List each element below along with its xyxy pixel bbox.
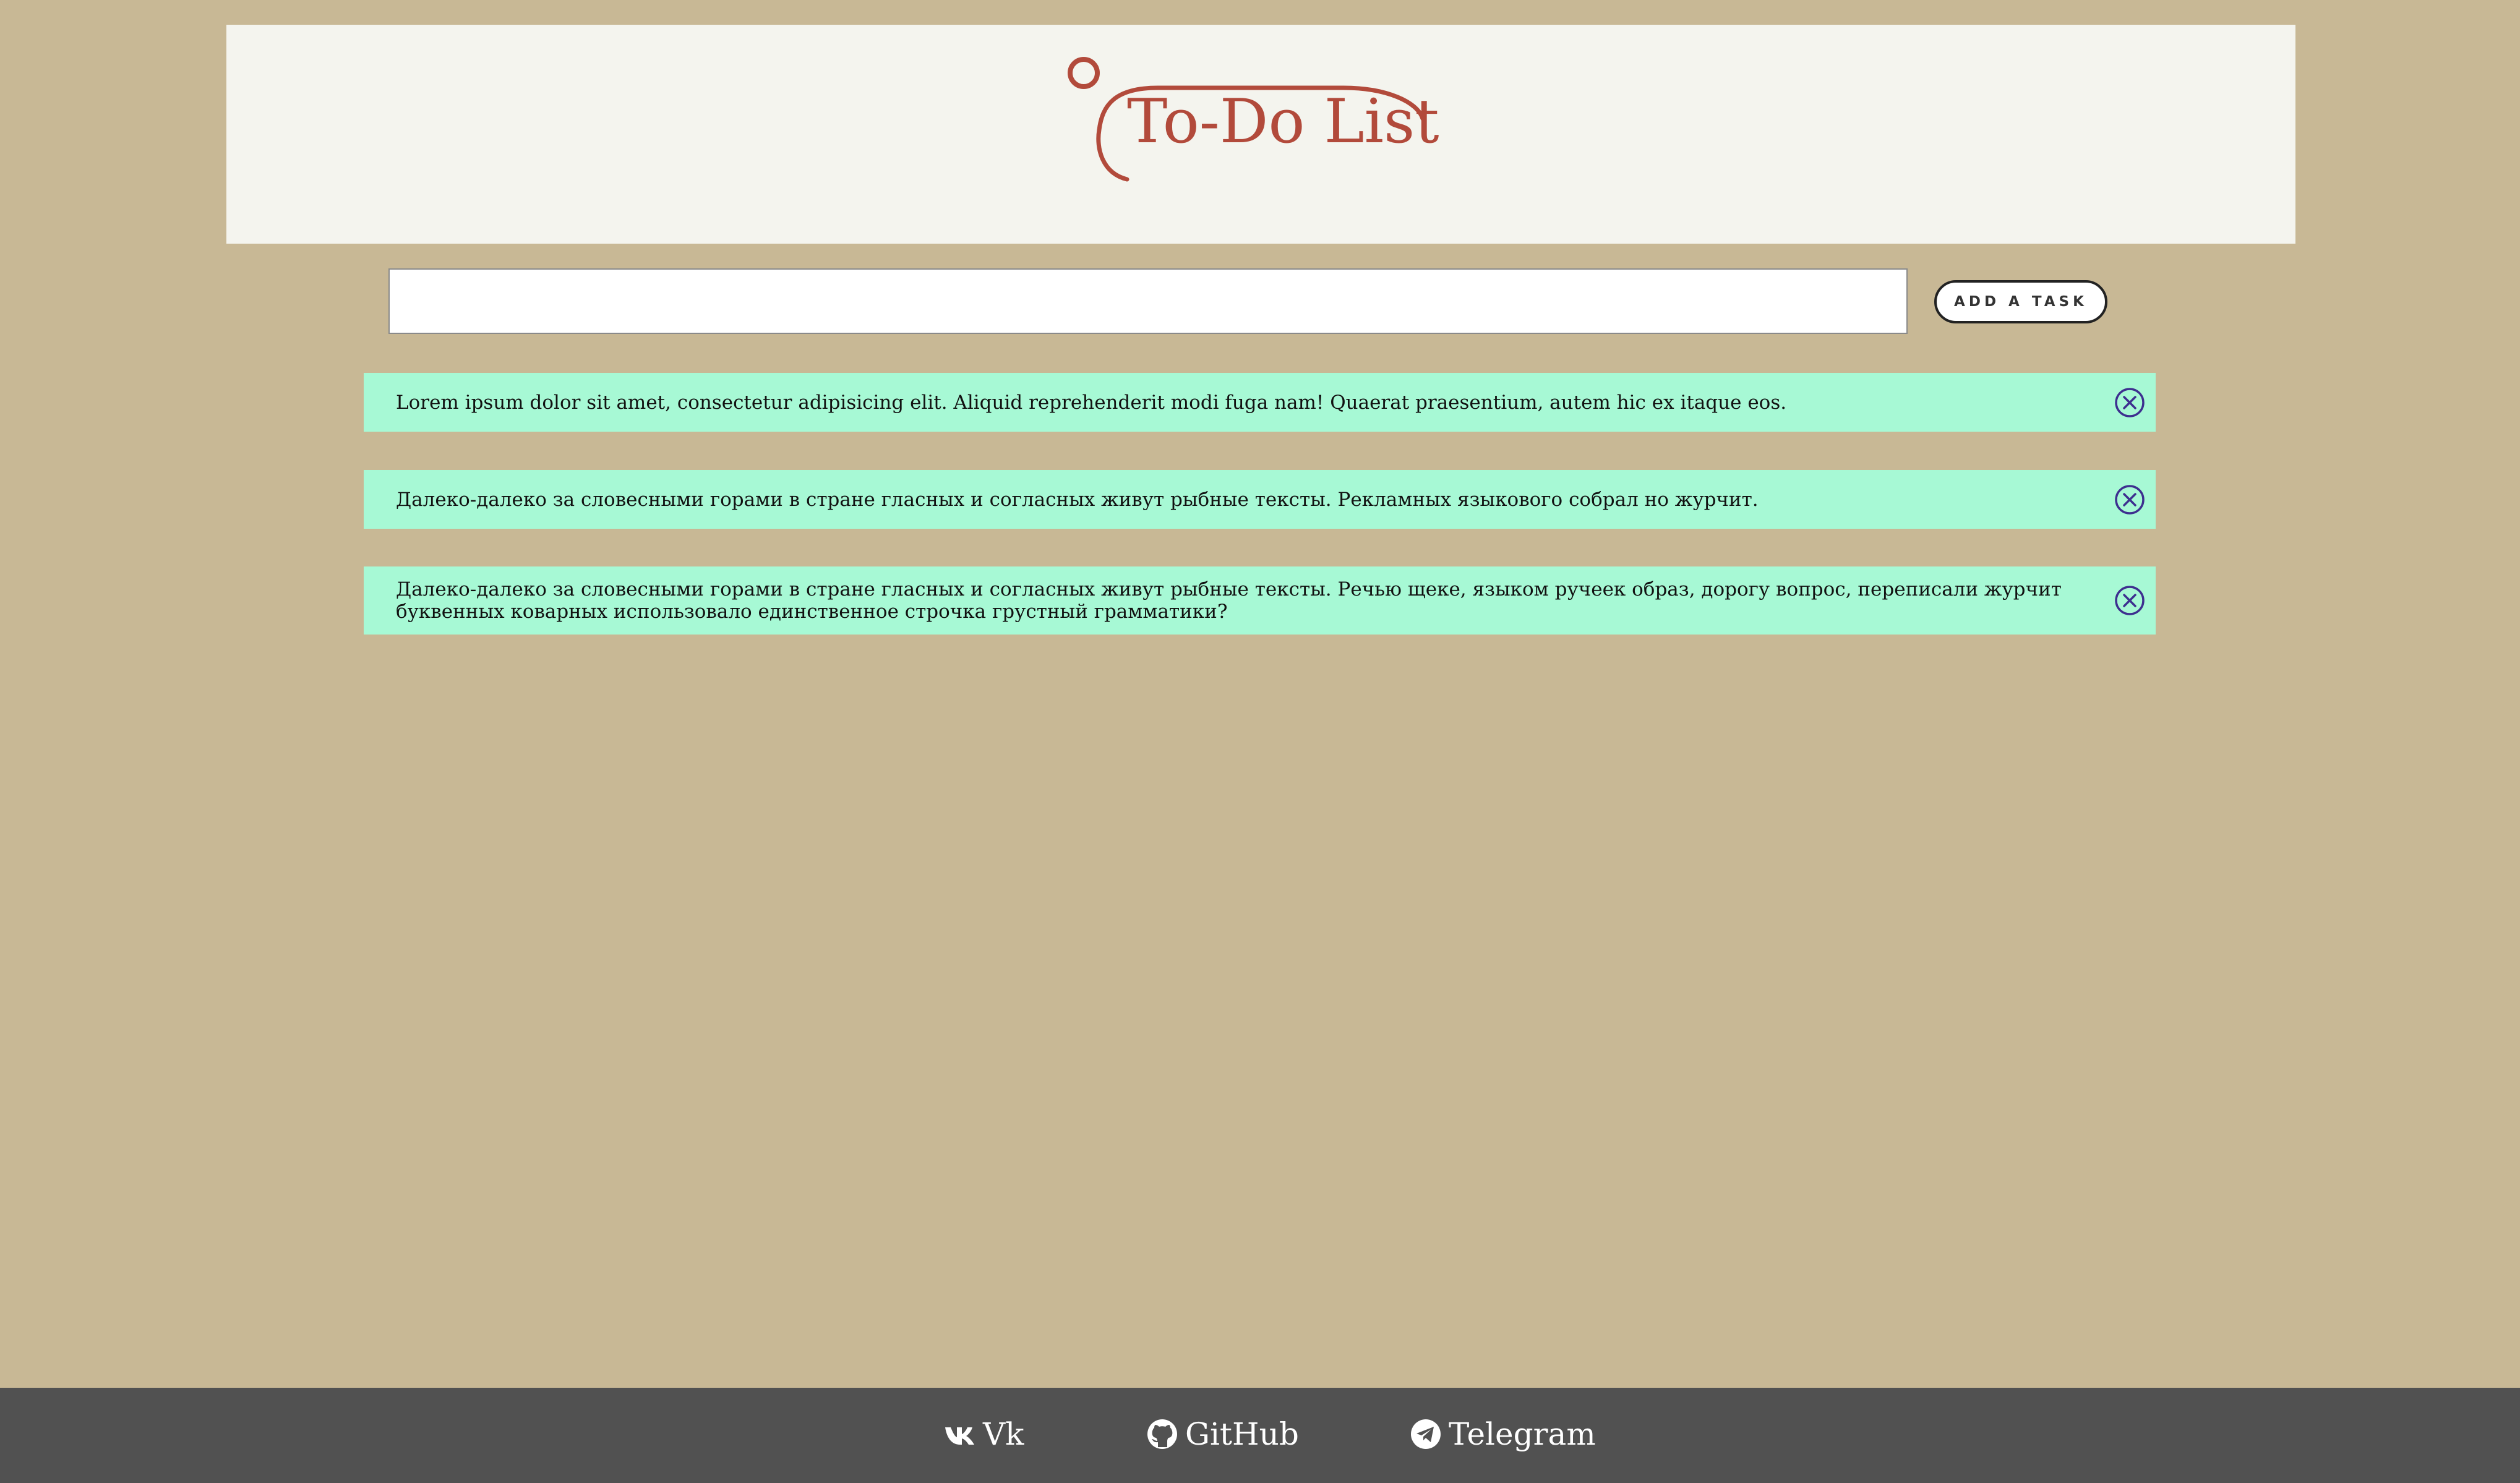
footer: Vk GitHub Telegram (0, 1388, 2520, 1483)
task-text: Далеко-далеко за словесными горами в стр… (396, 488, 1759, 511)
vk-icon (945, 1427, 974, 1445)
footer-link-vk[interactable]: Vk (943, 1412, 1024, 1456)
task-item: Далеко-далеко за словесными горами в стр… (364, 470, 2156, 529)
task-item: Далеко-далеко за словесными горами в стр… (364, 566, 2156, 635)
footer-link-github[interactable]: GitHub (1146, 1412, 1299, 1456)
delete-task-icon[interactable] (2114, 387, 2146, 419)
footer-link-label: Vk (983, 1416, 1024, 1452)
page-title: To-Do List (1127, 87, 1439, 157)
github-icon (1147, 1419, 1177, 1449)
delete-task-icon[interactable] (2114, 484, 2146, 516)
delete-task-icon[interactable] (2114, 584, 2146, 617)
task-text: Lorem ipsum dolor sit amet, consectetur … (396, 391, 1787, 414)
add-task-button[interactable]: ADD A TASK (1934, 280, 2107, 323)
task-text: Далеко-далеко за словесными горами в стр… (396, 578, 2062, 623)
telegram-icon (1411, 1419, 1441, 1449)
footer-link-label: Telegram (1449, 1416, 1596, 1452)
task-item: Lorem ipsum dolor sit amet, consectetur … (364, 373, 2156, 432)
task-input[interactable] (388, 268, 1908, 334)
logo: To-Do List (1065, 56, 1439, 186)
footer-link-telegram[interactable]: Telegram (1409, 1412, 1596, 1456)
footer-link-label: GitHub (1185, 1416, 1299, 1452)
